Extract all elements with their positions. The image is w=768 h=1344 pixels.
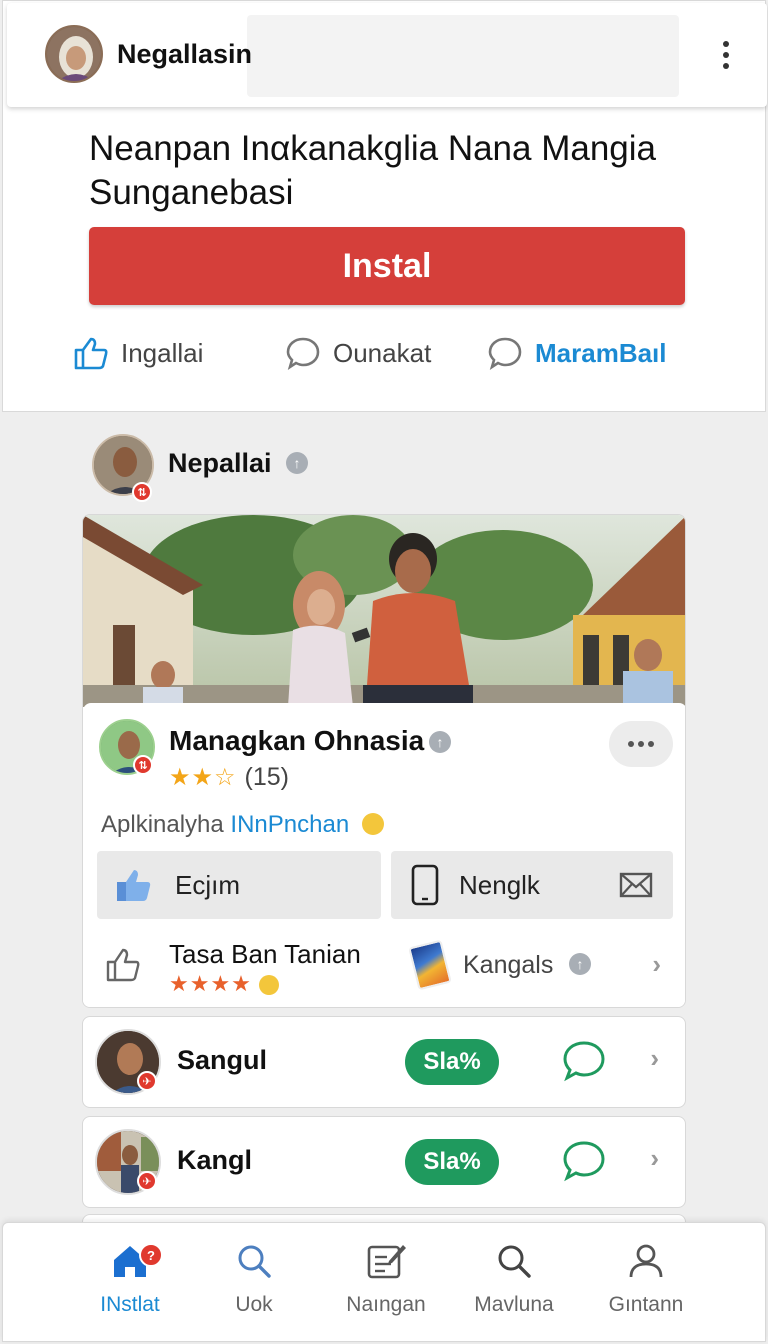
app-rating: ★★☆ (15): [169, 763, 289, 792]
post-photo-image[interactable]: [83, 515, 686, 707]
action-row: Ingallai Ounakat MaramBaıl: [3, 331, 767, 375]
nav-item-profile[interactable]: Gıntann: [581, 1241, 711, 1337]
thumbs-up-icon: [106, 948, 140, 982]
chat-icon[interactable]: [561, 1139, 607, 1183]
page-headline: Neanpan Inαkanakglia Nana Mangia Sungane…: [89, 129, 657, 212]
app-bar-strip: [247, 15, 679, 97]
app-name: Managkan Ohnasia: [169, 725, 425, 756]
chat-icon[interactable]: [561, 1039, 607, 1083]
list-badge-icon: ✈: [137, 1171, 157, 1191]
mail-icon: [619, 872, 653, 898]
verified-icon: ↑: [569, 953, 591, 975]
phone-icon: [411, 864, 439, 906]
user-avatar[interactable]: [45, 25, 103, 83]
install-button[interactable]: Instal: [89, 227, 685, 305]
device-tile-button[interactable]: Nenglk: [391, 851, 673, 919]
subline-prefix: Aplkinalyha: [101, 811, 224, 838]
list-badge-icon: ✈: [137, 1071, 157, 1091]
nav-label: Naıngan: [346, 1293, 426, 1316]
comment-action-label: Ounakat: [333, 337, 432, 368]
review-title: Tasa Ban Tanian: [169, 939, 361, 969]
edit-note-icon: [367, 1245, 406, 1279]
thumbs-up-filled-icon: [117, 870, 151, 901]
app-bar: Negallasin: [7, 3, 767, 107]
like-tile-label: Ecjım: [175, 869, 240, 900]
nav-label: Gıntann: [608, 1293, 684, 1316]
chevron-right-icon[interactable]: ›: [650, 1043, 659, 1074]
chevron-right-icon[interactable]: ›: [652, 949, 661, 980]
nav-item-home[interactable]: ? INstlat: [65, 1241, 195, 1337]
kebab-menu-icon[interactable]: [721, 41, 731, 69]
post-card[interactable]: ⇅ Managkan Ohnasia ↑ ★★☆ (15) Aplkinalyh…: [82, 514, 686, 1008]
chevron-right-icon[interactable]: ›: [650, 1143, 659, 1174]
bottom-nav: ? INstlat Uok Naıngan Mavluna Gıntann: [2, 1222, 766, 1342]
app-detail-panel: ⇅ Managkan Ohnasia ↑ ★★☆ (15) Aplkinalyh…: [83, 703, 685, 1007]
like-action-label: Ingallai: [121, 337, 204, 368]
nav-item-search[interactable]: Uok: [189, 1241, 319, 1337]
thumbs-up-icon: [74, 337, 108, 370]
verified-icon: ↑: [286, 452, 308, 474]
nav-item-edit[interactable]: Naıngan: [321, 1241, 451, 1337]
app-title: Negallasin: [117, 39, 253, 69]
review-stars: ★★★★: [169, 971, 280, 997]
developer-badge-icon: ⇅: [133, 755, 153, 775]
status-pill[interactable]: Sla%: [405, 1139, 499, 1185]
nav-label: Uok: [235, 1293, 273, 1316]
review-row[interactable]: Tasa Ban Tanian ★★★★ Kangals ↑ ›: [83, 931, 685, 1001]
related-app-label: Kangals: [463, 951, 554, 979]
top-card: Negallasin Neanpan Inαkanakglia Nana Man…: [2, 0, 767, 412]
like-action[interactable]: Ingallai: [73, 331, 203, 375]
search-icon: [238, 1245, 271, 1278]
like-tile-button[interactable]: Ecjım: [97, 851, 381, 919]
search-icon: [498, 1245, 531, 1278]
nav-label: INstlat: [100, 1293, 160, 1316]
comment-action[interactable]: Ounakat: [285, 331, 431, 375]
profile-icon: [629, 1244, 663, 1278]
poster-row[interactable]: ⇅ Nepallai ↑: [92, 434, 492, 502]
nav-item-explore[interactable]: Mavluna: [449, 1241, 579, 1337]
verified-icon: ↑: [429, 731, 451, 753]
comment-icon: [488, 337, 522, 371]
user-avatar-hijab-icon: [47, 27, 101, 81]
more-options-button[interactable]: [609, 721, 673, 767]
app-thumbnail-icon: [408, 939, 452, 991]
smile-emoji-icon: [361, 812, 384, 835]
subline-link[interactable]: INnPnchan: [230, 811, 349, 838]
poster-name: Nepallai: [168, 448, 272, 478]
comment-icon: [286, 337, 320, 371]
list-item[interactable]: ✈ Sangul Sla% ›: [82, 1016, 686, 1108]
share-action[interactable]: MaramBaıl: [487, 331, 667, 375]
list-name: Kangl: [177, 1145, 253, 1175]
poster-badge-icon: ⇅: [132, 482, 152, 502]
star-rating-icon: ★★★★: [169, 971, 252, 996]
app-subline: Aplkinalyha INnPnchan: [101, 811, 384, 839]
share-action-label: MaramBaıl: [535, 337, 667, 368]
list-name: Sangul: [177, 1045, 268, 1075]
rating-count: (15): [244, 763, 290, 791]
list-item[interactable]: ✈ Kangl Sla% ›: [82, 1116, 686, 1208]
surprised-emoji-icon: [259, 975, 280, 996]
device-tile-label: Nenglk: [459, 869, 540, 900]
nav-label: Mavluna: [474, 1293, 554, 1316]
status-pill[interactable]: Sla%: [405, 1039, 499, 1085]
notification-badge: ?: [139, 1243, 163, 1267]
star-rating-icon: ★★☆: [169, 764, 237, 791]
